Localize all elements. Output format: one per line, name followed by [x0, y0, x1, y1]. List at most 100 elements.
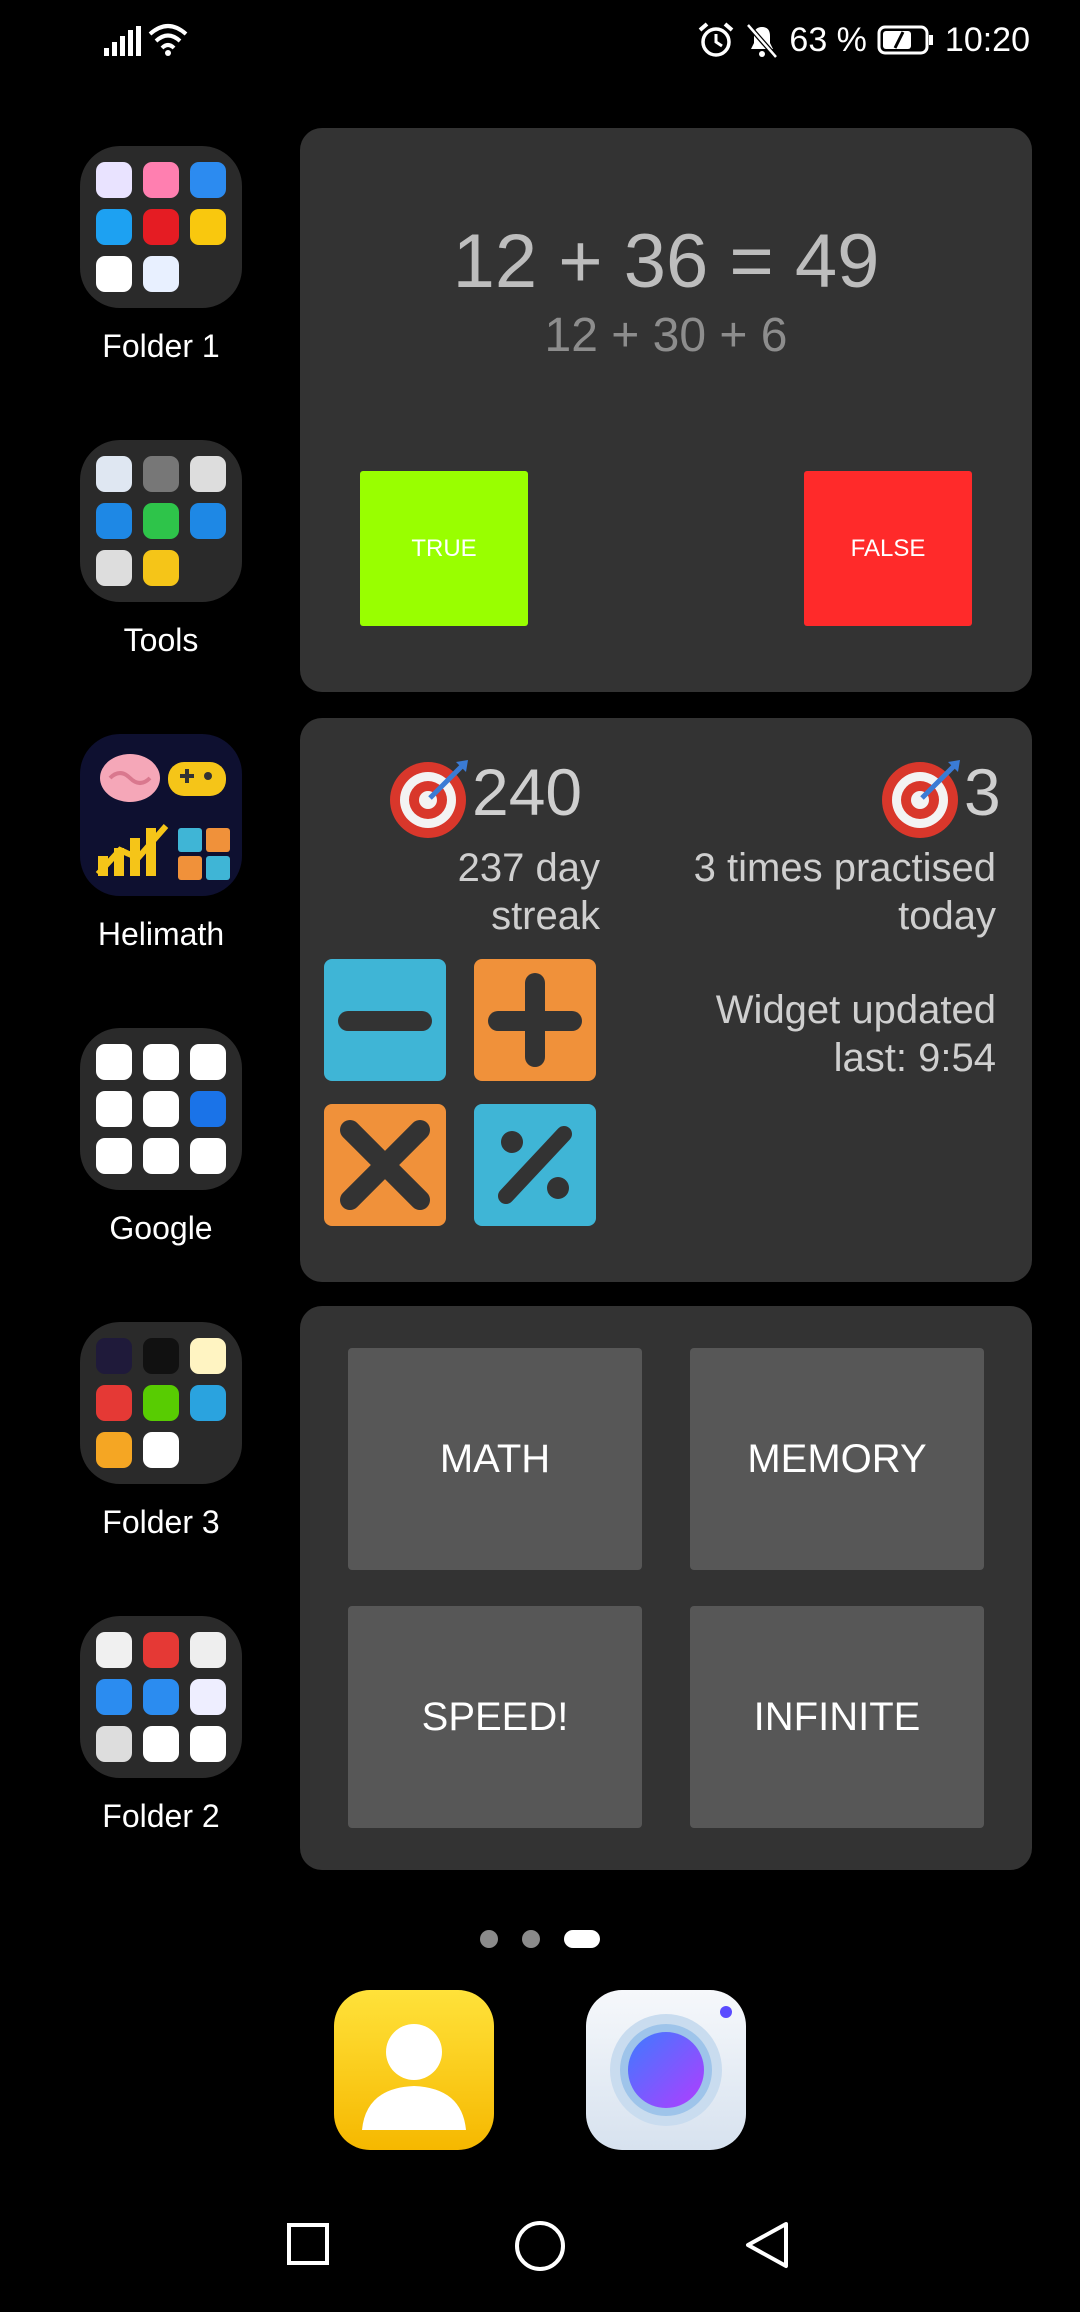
helimath-icon	[95, 754, 230, 880]
maps-app-icon	[190, 1044, 226, 1080]
infinite-mode-button[interactable]: INFINITE	[690, 1606, 984, 1828]
streak-number: 240	[472, 755, 583, 829]
calculator-app-icon	[96, 550, 132, 586]
contacts-icon	[362, 2024, 466, 2130]
folder-google-label: Google	[109, 1210, 213, 1246]
firefox-app-icon	[96, 1338, 132, 1374]
contacts-app[interactable]	[334, 1990, 494, 2150]
camera-icon	[610, 2006, 732, 2126]
streak-text-line-1: 237 day	[457, 846, 600, 890]
page-dot-2[interactable]	[522, 1930, 540, 1948]
helimath-app[interactable]	[80, 734, 242, 896]
practice-text-line-1: 3 times practised	[693, 846, 996, 890]
back-button[interactable]	[744, 2220, 790, 2270]
folder-1-label: Folder 1	[102, 328, 220, 364]
files-app-icon	[143, 256, 179, 292]
target-icon	[390, 760, 468, 838]
page-dot-3-active[interactable]	[564, 1930, 600, 1948]
safari-app-icon	[96, 1726, 132, 1762]
tips-app-icon	[143, 550, 179, 586]
speed-mode-button[interactable]: SPEED!	[348, 1606, 642, 1828]
photos-app-icon	[96, 1138, 132, 1174]
recents-button[interactable]	[286, 2222, 330, 2266]
percent-tile[interactable]	[474, 1104, 596, 1226]
updated-text-line-2: last: 9:54	[833, 1036, 996, 1080]
music-app-icon	[96, 162, 132, 198]
streak-text-line-2: streak	[491, 894, 600, 938]
play-games-app-icon	[143, 1138, 179, 1174]
video-app-icon	[190, 209, 226, 245]
percent-icon	[498, 1126, 572, 1204]
cloud-app-icon	[143, 1679, 179, 1715]
memory-mode-button[interactable]: MEMORY	[690, 1348, 984, 1570]
practice-number: 3	[964, 755, 1001, 829]
updated-text-line-1: Widget updated	[715, 988, 996, 1032]
battery-percent: 63 %	[789, 20, 867, 59]
messages-app-icon	[190, 503, 226, 539]
home-button[interactable]	[514, 2220, 566, 2272]
security-app-icon	[190, 162, 226, 198]
folder-tools[interactable]	[80, 440, 242, 602]
battery-icon	[877, 25, 933, 55]
health-app-icon	[96, 209, 132, 245]
ebay-app-icon	[96, 256, 132, 292]
theme-app-icon	[143, 162, 179, 198]
camera-app[interactable]	[586, 1990, 746, 2150]
stats-widget: 240 237 day streak 3 3 times practised t…	[300, 718, 1032, 1282]
telegram-app-icon	[190, 1385, 226, 1421]
folder-3[interactable]	[80, 1322, 242, 1484]
true-button[interactable]: TRUE	[360, 471, 528, 626]
sim-app-icon	[190, 456, 226, 492]
plus-tile[interactable]	[474, 959, 596, 1081]
browser-app-icon	[96, 1679, 132, 1715]
chrome-app-icon	[190, 1138, 226, 1174]
minus-tile[interactable]	[324, 959, 446, 1081]
silent-bell-icon	[746, 23, 779, 59]
play-store-app-icon	[143, 1432, 179, 1468]
signal-icon	[104, 26, 141, 56]
notes-app-icon	[190, 1338, 226, 1374]
modes-widget: MATH MEMORY SPEED! INFINITE	[300, 1306, 1032, 1870]
calendar-app-icon	[96, 503, 132, 539]
meet-app-icon	[190, 1091, 226, 1127]
folder-2[interactable]	[80, 1616, 242, 1778]
quiz-widget: 12 + 36 = 49 12 + 30 + 6 TRUE FALSE	[300, 128, 1032, 692]
plus-icon	[488, 973, 582, 1067]
page-dot-1[interactable]	[480, 1930, 498, 1948]
math-mode-button[interactable]: MATH	[348, 1348, 642, 1570]
compass-app-icon	[143, 456, 179, 492]
calendar-18-app-icon	[143, 1632, 179, 1668]
equation-hint: 12 + 30 + 6	[544, 309, 788, 362]
folder-2-label: Folder 2	[102, 1798, 220, 1834]
folder-1[interactable]	[80, 146, 242, 308]
multiply-tile[interactable]	[324, 1104, 446, 1226]
phone-app-icon	[143, 503, 179, 539]
clock-app-icon	[96, 1632, 132, 1668]
clock: 10:20	[944, 20, 1030, 59]
calc-app-icon	[96, 1432, 132, 1468]
wifi-icon	[148, 24, 188, 56]
multiply-icon	[340, 1120, 430, 1210]
play-movies-app-icon	[143, 1091, 179, 1127]
alarm-icon	[699, 22, 734, 57]
false-button[interactable]: FALSE	[804, 471, 972, 626]
status-bar: 63 % 10:20	[0, 0, 1080, 80]
youtube-app-icon	[143, 1726, 179, 1762]
folder-google[interactable]	[80, 1028, 242, 1190]
gmail-app-icon	[143, 1044, 179, 1080]
quik-app-icon	[143, 1338, 179, 1374]
google-app-icon	[96, 1044, 132, 1080]
recorder-app-icon	[96, 456, 132, 492]
target-icon	[882, 760, 960, 838]
drive-app-icon	[96, 1091, 132, 1127]
huawei-app-icon	[143, 209, 179, 245]
docs-app-icon	[190, 1679, 226, 1715]
equation: 12 + 36 = 49	[452, 219, 880, 304]
fitness-app-icon	[96, 1385, 132, 1421]
mail-app-icon	[190, 1632, 226, 1668]
minus-icon	[338, 1011, 432, 1031]
bank-app-icon	[190, 1726, 226, 1762]
practice-text-line-2: today	[898, 894, 996, 938]
folder-tools-label: Tools	[123, 622, 199, 658]
helimath-label: Helimath	[97, 916, 225, 952]
